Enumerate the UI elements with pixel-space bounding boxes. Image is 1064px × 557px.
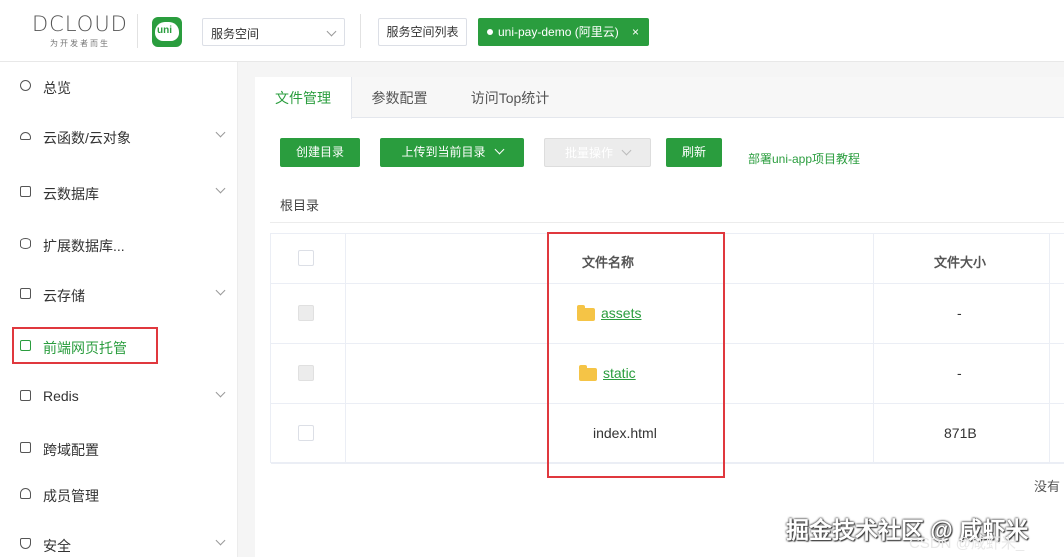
- batch-operation-button[interactable]: 批量操作: [544, 138, 651, 167]
- redis-icon: [20, 390, 31, 401]
- batch-operation-label: 批量操作: [564, 146, 613, 160]
- sidebar-item-label: 安全: [43, 538, 71, 554]
- sidebar-item-cloud-functions[interactable]: 云函数/云对象: [0, 121, 238, 151]
- chevron-down-icon: [215, 285, 226, 296]
- refresh-button[interactable]: 刷新: [666, 138, 722, 167]
- person-icon: [20, 488, 31, 499]
- deploy-tutorial-link[interactable]: 部署uni-app项目教程: [748, 150, 860, 167]
- divider: [360, 14, 361, 48]
- current-space-tag[interactable]: uni-pay-demo (阿里云) ×: [478, 18, 649, 46]
- tab-param-config[interactable]: 参数配置: [352, 77, 447, 119]
- logo-subtitle: 为开发者而生: [50, 39, 110, 48]
- file-size: -: [957, 365, 962, 381]
- space-list-button[interactable]: 服务空间列表: [378, 18, 467, 46]
- status-dot-icon: [487, 29, 493, 35]
- sidebar-item-cloud-storage[interactable]: 云存储: [0, 279, 238, 309]
- breadcrumb[interactable]: 根目录: [280, 195, 319, 214]
- upload-button[interactable]: 上传到当前目录: [380, 138, 524, 167]
- top-bar: DCLOUD 为开发者而生 uni 服务空间 服务空间列表 uni-pay-de…: [0, 0, 1064, 62]
- sidebar-item-redis[interactable]: Redis: [0, 381, 238, 411]
- row-checkbox: [298, 305, 314, 321]
- upload-button-label: 上传到当前目录: [401, 145, 486, 159]
- file-size: -: [957, 305, 962, 321]
- column-header-size: 文件大小: [934, 255, 987, 270]
- chevron-down-icon: [215, 387, 226, 398]
- space-select-value: 服务空间: [211, 27, 260, 41]
- chevron-down-icon: [215, 127, 226, 138]
- create-dir-button[interactable]: 创建目录: [280, 138, 360, 167]
- dcloud-logo[interactable]: DCLOUD 为开发者而生: [32, 12, 127, 52]
- close-icon[interactable]: ×: [632, 18, 639, 46]
- database-icon: [20, 238, 31, 249]
- chevron-down-icon: [621, 145, 632, 156]
- chevron-down-icon: [326, 26, 337, 37]
- sidebar-item-label: 总览: [43, 80, 71, 96]
- tab-top-stats[interactable]: 访问Top统计: [455, 77, 565, 119]
- file-size: 871B: [944, 425, 977, 441]
- database-list-icon: [20, 186, 31, 197]
- clock-icon: [20, 80, 31, 91]
- divider: [270, 222, 1064, 223]
- sidebar-item-label: 云数据库: [43, 186, 99, 202]
- cloud-icon: [20, 132, 31, 140]
- highlight-box: [547, 232, 725, 478]
- tab-file-management[interactable]: 文件管理: [255, 77, 352, 119]
- chevron-down-icon: [215, 183, 226, 194]
- sidebar-item-label: 跨域配置: [43, 442, 99, 458]
- sidebar-item-extended-db[interactable]: 扩展数据库...: [0, 229, 238, 259]
- sidebar-item-members[interactable]: 成员管理: [0, 479, 238, 509]
- sidebar-item-label: 扩展数据库...: [43, 238, 125, 254]
- cors-icon: [20, 442, 31, 453]
- highlight-box: [12, 327, 158, 364]
- sidebar-item-cors[interactable]: 跨域配置: [0, 433, 238, 463]
- tab-bar: 文件管理 参数配置 访问Top统计: [255, 77, 1064, 119]
- sidebar-item-label: Redis: [43, 388, 79, 404]
- sidebar-item-overview[interactable]: 总览: [0, 71, 238, 101]
- row-checkbox[interactable]: [298, 425, 314, 441]
- space-select[interactable]: 服务空间: [202, 18, 345, 46]
- watermark: CSDN @咸虾米_: [909, 535, 1025, 552]
- sidebar-item-label: 成员管理: [43, 488, 99, 504]
- storage-icon: [20, 288, 31, 299]
- sidebar-item-cloud-db[interactable]: 云数据库: [0, 177, 238, 207]
- shield-icon: [20, 538, 31, 549]
- uni-cloud-icon[interactable]: uni: [152, 17, 182, 47]
- chevron-down-icon: [215, 535, 226, 546]
- sidebar-item-security[interactable]: 安全: [0, 529, 238, 557]
- uni-label: uni: [157, 25, 172, 36]
- divider: [137, 14, 138, 48]
- footer-text: 没有: [1034, 479, 1061, 494]
- current-space-label: uni-pay-demo (阿里云): [498, 25, 619, 39]
- chevron-down-icon: [494, 144, 504, 155]
- row-checkbox: [298, 365, 314, 381]
- sidebar-item-label: 云存储: [43, 288, 85, 304]
- sidebar-item-label: 云函数/云对象: [43, 130, 131, 146]
- sidebar: 总览 云函数/云对象 云数据库 扩展数据库... 云存储 前端网页托管 Redi…: [0, 62, 238, 557]
- logo-text: DCLOUD: [32, 12, 128, 36]
- select-all-checkbox[interactable]: [298, 250, 314, 266]
